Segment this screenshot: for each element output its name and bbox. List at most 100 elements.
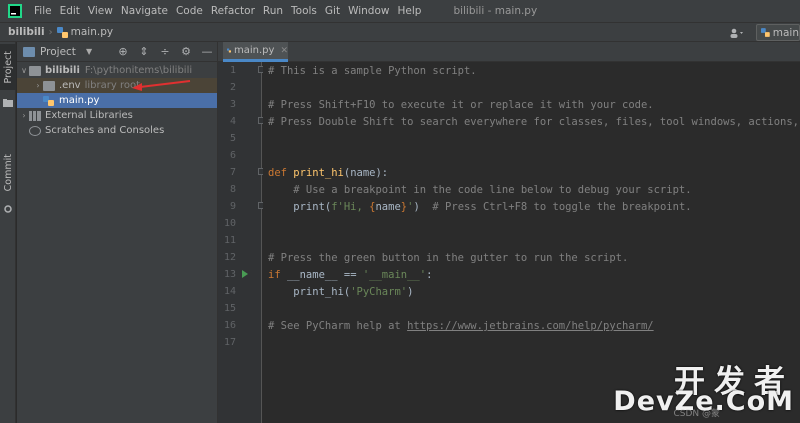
line-number: 14 [223, 286, 236, 297]
project-view-selector[interactable]: Project ▼ [17, 46, 92, 58]
commit-icon [0, 202, 16, 216]
menu-bar: File Edit View Navigate Code Refactor Ru… [0, 0, 800, 22]
code-comment: # Press Shift+F10 to execute it or repla… [268, 99, 654, 111]
code-function-name: print_hi [293, 167, 344, 179]
project-panel-toolbar: ⊕ ⇕ ÷ ⚙ — [117, 42, 213, 62]
tree-item-label: bilibili [45, 65, 80, 76]
code-operator: == [337, 269, 363, 281]
tree-item-root[interactable]: ∨ bilibili F:\pythonitems\bilibili [17, 63, 217, 78]
line-number: 15 [223, 303, 236, 314]
chevron-down-icon[interactable]: ∨ [19, 66, 29, 75]
menu-window[interactable]: Window [344, 0, 393, 22]
code-keyword: def [268, 167, 294, 179]
navbar-actions: main [724, 23, 800, 42]
menu-git[interactable]: Git [321, 0, 344, 22]
menu-file[interactable]: File [30, 0, 56, 22]
code-keyword: if [268, 269, 287, 281]
code-variable: name [375, 201, 401, 213]
line-number: 16 [223, 320, 236, 331]
menu-refactor[interactable]: Refactor [207, 0, 259, 22]
line-number: 8 [229, 184, 236, 195]
code-comment: # Press Double Shift to search everywher… [268, 116, 800, 128]
editor-tab-label: main.py [234, 45, 275, 56]
project-panel-title: Project [40, 45, 76, 58]
code-text: (name): [343, 167, 389, 179]
tool-window-project-tab[interactable]: Project [0, 44, 16, 90]
tree-item-label: Scratches and Consoles [45, 125, 165, 136]
run-gutter-icon[interactable] [242, 270, 248, 278]
code-line-13: if __name__ == '__main__': [268, 269, 432, 281]
chevron-down-icon: ▼ [85, 47, 93, 56]
menu-navigate[interactable]: Navigate [117, 0, 172, 22]
menu-run[interactable]: Run [259, 0, 287, 22]
menu-help[interactable]: Help [393, 0, 425, 22]
menu-code[interactable]: Code [172, 0, 207, 22]
project-panel-header: Project ▼ ⊕ ⇕ ÷ ⚙ — [17, 42, 217, 62]
watermark-credit: CSDN @蒙 [673, 409, 720, 419]
breadcrumb-project[interactable]: bilibili [0, 26, 48, 38]
window-title: bilibili - main.py [453, 5, 538, 17]
code-string: '__main__' [362, 269, 427, 281]
code-text: ) [407, 286, 414, 298]
line-number: 1 [229, 65, 236, 76]
expand-all-icon[interactable]: ⇕ [138, 46, 150, 58]
locate-icon[interactable]: ⊕ [117, 46, 129, 58]
menu-tools[interactable]: Tools [287, 0, 321, 22]
scratches-icon [29, 125, 41, 136]
chevron-right-icon[interactable]: › [19, 111, 29, 120]
collapse-all-icon[interactable]: ÷ [159, 46, 171, 58]
code-line-7: def print_hi(name): [268, 167, 388, 179]
project-tool-window: Project ▼ ⊕ ⇕ ÷ ⚙ — ∨ bilibili F:\python… [17, 42, 218, 423]
code-text: print_hi( [268, 286, 351, 298]
editor-gutter[interactable]: 1 2 3 4 5 6 7 8 9 10 11 12 13 14 15 16 1… [218, 62, 262, 423]
navigation-bar: bilibili › main.py main [0, 22, 800, 42]
pycharm-logo-icon[interactable] [8, 4, 22, 18]
run-configuration-selector[interactable]: main [756, 24, 800, 41]
code-line-9: print(f'Hi, {name}') # Press Ctrl+F8 to … [268, 201, 692, 213]
user-icon[interactable] [724, 25, 750, 41]
project-tree: ∨ bilibili F:\pythonitems\bilibili › .en… [17, 63, 217, 138]
chevron-right-icon[interactable]: › [33, 81, 43, 90]
code-line-3: # Press Shift+F10 to execute it or repla… [268, 99, 654, 111]
breadcrumb-file[interactable]: main.py [54, 26, 116, 38]
code-line-8: # Use a breakpoint in the code line belo… [268, 184, 692, 196]
line-number: 12 [223, 252, 236, 263]
gear-icon[interactable]: ⚙ [180, 46, 192, 58]
tree-item-label: External Libraries [45, 110, 133, 121]
run-config-label: main [772, 26, 799, 39]
code-line-4: # Press Double Shift to search everywher… [268, 116, 800, 128]
line-number: 4 [229, 116, 236, 127]
tool-window-commit-tab[interactable]: Commit [0, 150, 16, 196]
line-number: 5 [229, 133, 236, 144]
menu-view[interactable]: View [84, 0, 117, 22]
tree-item-main-py[interactable]: main.py [17, 93, 217, 108]
code-comment: # See PyCharm help at [268, 320, 408, 332]
python-file-icon [56, 26, 68, 38]
editor-tab-bar: main.py ✕ [218, 42, 800, 62]
line-number: 3 [229, 99, 236, 110]
close-icon[interactable]: ✕ [280, 46, 288, 56]
tree-item-scratches[interactable]: Scratches and Consoles [17, 123, 217, 138]
tree-item-path: F:\pythonitems\bilibili [84, 65, 193, 76]
code-comment: # Use a breakpoint in the code line belo… [268, 184, 692, 196]
python-config-icon [761, 28, 770, 37]
folder-icon [0, 96, 16, 110]
code-text: ) [413, 201, 433, 213]
breadcrumb-file-label: main.py [70, 26, 114, 38]
code-link[interactable]: https://www.jetbrains.com/help/pycharm/ [407, 320, 654, 332]
code-comment: # Press Ctrl+F8 to toggle the breakpoint… [432, 201, 692, 213]
code-line-12: # Press the green button in the gutter t… [268, 252, 628, 264]
minimize-icon[interactable]: — [201, 46, 213, 58]
tree-item-external-libraries[interactable]: › External Libraries [17, 108, 217, 123]
line-number: 9 [229, 201, 236, 212]
project-folder-icon [23, 46, 35, 57]
line-number: 10 [223, 218, 236, 229]
code-comment: # This is a sample Python script. [268, 65, 477, 77]
editor-tab-main-py[interactable]: main.py ✕ [223, 42, 288, 62]
code-line-14: print_hi('PyCharm') [268, 286, 413, 298]
tree-item-label: .env [59, 80, 81, 91]
commit-tab-label: Commit [2, 154, 14, 192]
code-text: print( [268, 201, 332, 213]
menu-edit[interactable]: Edit [56, 0, 84, 22]
code-comment: # Press the green button in the gutter t… [268, 252, 629, 264]
